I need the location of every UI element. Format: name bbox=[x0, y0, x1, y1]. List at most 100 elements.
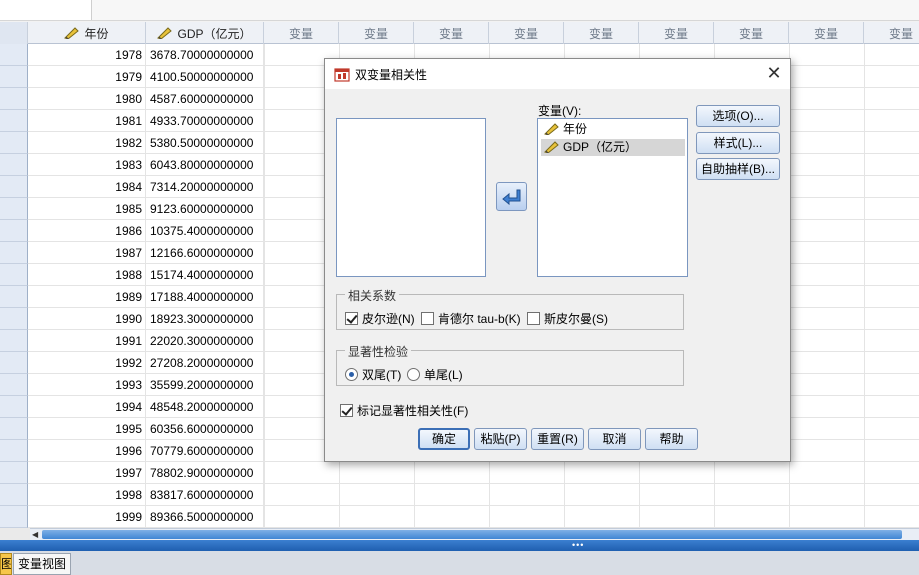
column-header-empty-variable[interactable]: 变量 bbox=[864, 22, 919, 44]
row-header[interactable] bbox=[0, 176, 28, 198]
row-header[interactable] bbox=[0, 440, 28, 462]
column-header-empty-variable[interactable]: 变量 bbox=[264, 22, 339, 44]
row-header[interactable] bbox=[0, 264, 28, 286]
cell-year[interactable]: 1983 bbox=[28, 154, 146, 176]
cell-gdp[interactable]: 89366.5000000000 bbox=[146, 506, 264, 528]
row-header[interactable] bbox=[0, 418, 28, 440]
cell-year[interactable]: 1995 bbox=[28, 418, 146, 440]
cell-year[interactable]: 1994 bbox=[28, 396, 146, 418]
column-header-empty-variable[interactable]: 变量 bbox=[714, 22, 789, 44]
cell-year[interactable]: 1979 bbox=[28, 66, 146, 88]
column-header-empty-variable[interactable]: 变量 bbox=[789, 22, 864, 44]
row-header[interactable] bbox=[0, 242, 28, 264]
ok-button[interactable]: 确定 bbox=[418, 428, 470, 450]
column-header-gdp[interactable]: GDP（亿元） bbox=[146, 22, 264, 44]
cell-gdp[interactable]: 10375.4000000000 bbox=[146, 220, 264, 242]
cell-gdp[interactable]: 3678.70000000000 bbox=[146, 44, 264, 66]
row-header[interactable] bbox=[0, 374, 28, 396]
reset-button[interactable]: 重置(R) bbox=[531, 428, 584, 450]
cell-year[interactable]: 1980 bbox=[28, 88, 146, 110]
cell-gdp[interactable]: 60356.6000000000 bbox=[146, 418, 264, 440]
cell-year[interactable]: 1999 bbox=[28, 506, 146, 528]
cell-gdp[interactable]: 6043.80000000000 bbox=[146, 154, 264, 176]
cell-gdp[interactable]: 15174.4000000000 bbox=[146, 264, 264, 286]
scrollbar-thumb[interactable] bbox=[42, 530, 902, 539]
variable-item-year[interactable]: 年份 bbox=[541, 121, 685, 138]
column-header-empty-variable[interactable]: 变量 bbox=[489, 22, 564, 44]
cell-gdp[interactable]: 22020.3000000000 bbox=[146, 330, 264, 352]
cell-year[interactable]: 1993 bbox=[28, 374, 146, 396]
kendall-checkbox[interactable]: 肯德尔 tau-b(K) bbox=[421, 310, 521, 327]
row-header[interactable] bbox=[0, 330, 28, 352]
row-header[interactable] bbox=[0, 396, 28, 418]
scroll-left-arrow-icon[interactable]: ◀ bbox=[32, 529, 42, 540]
two-tailed-radio[interactable]: 双尾(T) bbox=[345, 366, 401, 383]
tab-data-view[interactable]: 图 bbox=[0, 553, 12, 575]
one-tailed-radio[interactable]: 单尾(L) bbox=[407, 366, 463, 383]
cell-gdp[interactable]: 7314.20000000000 bbox=[146, 176, 264, 198]
tab-variable-view[interactable]: 变量视图 bbox=[13, 553, 71, 575]
spearman-checkbox[interactable]: 斯皮尔曼(S) bbox=[527, 310, 608, 327]
row-header[interactable] bbox=[0, 44, 28, 66]
options-button[interactable]: 选项(O)... bbox=[696, 105, 780, 127]
corner-cell[interactable] bbox=[0, 22, 28, 44]
cell-year[interactable]: 1984 bbox=[28, 176, 146, 198]
cell-gdp[interactable]: 4933.70000000000 bbox=[146, 110, 264, 132]
row-header[interactable] bbox=[0, 88, 28, 110]
bootstrap-button[interactable]: 自助抽样(B)... bbox=[696, 158, 780, 180]
style-button[interactable]: 样式(L)... bbox=[696, 132, 780, 154]
cell-year[interactable]: 1998 bbox=[28, 484, 146, 506]
cell-year[interactable]: 1987 bbox=[28, 242, 146, 264]
cell-year[interactable]: 1990 bbox=[28, 308, 146, 330]
cell-year[interactable]: 1997 bbox=[28, 462, 146, 484]
cell-year[interactable]: 1985 bbox=[28, 198, 146, 220]
row-header[interactable] bbox=[0, 220, 28, 242]
cell-gdp[interactable]: 12166.6000000000 bbox=[146, 242, 264, 264]
row-header[interactable] bbox=[0, 506, 28, 528]
dialog-titlebar[interactable]: 双变量相关性 ✕ bbox=[325, 59, 790, 89]
cell-year[interactable]: 1992 bbox=[28, 352, 146, 374]
cell-gdp[interactable]: 27208.2000000000 bbox=[146, 352, 264, 374]
row-header[interactable] bbox=[0, 308, 28, 330]
cancel-button[interactable]: 取消 bbox=[588, 428, 641, 450]
row-header[interactable] bbox=[0, 352, 28, 374]
help-button[interactable]: 帮助 bbox=[645, 428, 698, 450]
pearson-checkbox[interactable]: 皮尔逊(N) bbox=[345, 310, 415, 327]
column-header-empty-variable[interactable]: 变量 bbox=[339, 22, 414, 44]
cell-year[interactable]: 1991 bbox=[28, 330, 146, 352]
row-header[interactable] bbox=[0, 154, 28, 176]
row-header[interactable] bbox=[0, 286, 28, 308]
cell-gdp[interactable]: 4587.60000000000 bbox=[146, 88, 264, 110]
paste-button[interactable]: 粘贴(P) bbox=[474, 428, 527, 450]
close-icon[interactable]: ✕ bbox=[765, 64, 783, 82]
cell-gdp[interactable]: 78802.9000000000 bbox=[146, 462, 264, 484]
cell-year[interactable]: 1988 bbox=[28, 264, 146, 286]
column-header-year[interactable]: 年份 bbox=[28, 22, 146, 44]
column-header-empty-variable[interactable]: 变量 bbox=[564, 22, 639, 44]
flag-significant-checkbox[interactable]: 标记显著性相关性(F) bbox=[340, 402, 468, 419]
column-header-empty-variable[interactable]: 变量 bbox=[639, 22, 714, 44]
cell-year[interactable]: 1996 bbox=[28, 440, 146, 462]
cell-gdp[interactable]: 4100.50000000000 bbox=[146, 66, 264, 88]
cell-gdp[interactable]: 35599.2000000000 bbox=[146, 374, 264, 396]
variable-item-gdp[interactable]: GDP（亿元） bbox=[541, 139, 685, 156]
horizontal-scrollbar[interactable]: ◀ bbox=[30, 528, 919, 540]
cell-gdp[interactable]: 83817.6000000000 bbox=[146, 484, 264, 506]
cell-year[interactable]: 1989 bbox=[28, 286, 146, 308]
row-header[interactable] bbox=[0, 462, 28, 484]
cell-year[interactable]: 1982 bbox=[28, 132, 146, 154]
selected-variable-list[interactable]: 年份 GDP（亿元） bbox=[537, 118, 688, 277]
row-header[interactable] bbox=[0, 132, 28, 154]
cell-gdp[interactable]: 17188.4000000000 bbox=[146, 286, 264, 308]
move-variable-button[interactable] bbox=[496, 182, 527, 211]
cell-gdp[interactable]: 70779.6000000000 bbox=[146, 440, 264, 462]
cell-gdp[interactable]: 9123.60000000000 bbox=[146, 198, 264, 220]
row-header[interactable] bbox=[0, 110, 28, 132]
pane-splitter[interactable]: ••• bbox=[0, 540, 919, 551]
row-header[interactable] bbox=[0, 198, 28, 220]
source-variable-list[interactable] bbox=[336, 118, 486, 277]
cell-gdp[interactable]: 5380.50000000000 bbox=[146, 132, 264, 154]
row-header[interactable] bbox=[0, 66, 28, 88]
cell-gdp[interactable]: 48548.2000000000 bbox=[146, 396, 264, 418]
cell-year[interactable]: 1986 bbox=[28, 220, 146, 242]
